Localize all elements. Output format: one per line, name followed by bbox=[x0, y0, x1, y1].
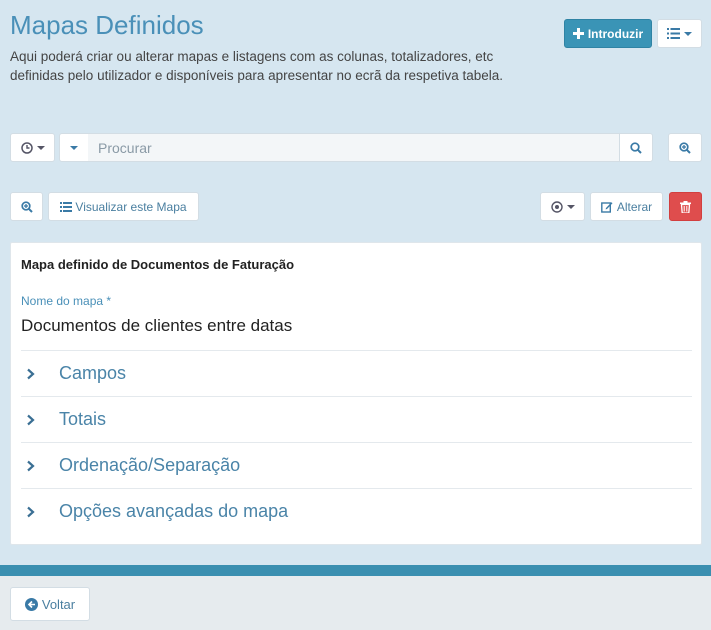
section-campos[interactable]: Campos bbox=[21, 350, 692, 396]
view-map-button[interactable]: Visualizar este Mapa bbox=[48, 192, 199, 221]
section-label: Ordenação/Separação bbox=[59, 455, 241, 475]
section-ordenacao[interactable]: Ordenação/Separação bbox=[21, 442, 692, 488]
section-label: Opções avançadas do mapa bbox=[59, 501, 289, 521]
section-label: Totais bbox=[59, 409, 107, 429]
list-icon bbox=[60, 201, 73, 212]
back-button[interactable]: Voltar bbox=[10, 587, 90, 621]
list-icon bbox=[667, 28, 680, 39]
trash-icon bbox=[680, 200, 691, 213]
search-button[interactable] bbox=[619, 133, 653, 162]
history-dropdown[interactable] bbox=[10, 133, 55, 162]
section-label: Campos bbox=[59, 363, 127, 383]
edit-button[interactable]: Alterar bbox=[590, 192, 663, 221]
chevron-down-icon bbox=[684, 31, 692, 36]
zoom-in-icon bbox=[20, 200, 33, 213]
delete-button[interactable] bbox=[669, 192, 702, 221]
zoom-button[interactable] bbox=[10, 192, 43, 221]
arrow-left-circle-icon bbox=[24, 597, 38, 611]
search-input[interactable] bbox=[88, 133, 620, 162]
section-totais[interactable]: Totais bbox=[21, 396, 692, 442]
options-dropdown[interactable] bbox=[540, 192, 585, 221]
introduce-button[interactable]: Introduzir bbox=[564, 19, 652, 48]
plus-icon bbox=[572, 28, 584, 39]
map-name-label: Nome do mapa * bbox=[21, 294, 112, 308]
chevron-down-icon bbox=[70, 145, 78, 150]
footer-divider bbox=[0, 565, 711, 576]
search-icon bbox=[630, 141, 642, 154]
advanced-search-button[interactable] bbox=[668, 133, 702, 162]
edit-icon bbox=[600, 201, 613, 213]
chevron-right-icon bbox=[27, 460, 35, 471]
list-view-dropdown[interactable] bbox=[657, 19, 702, 48]
panel-title: Mapa definido de Documentos de Faturação bbox=[21, 257, 295, 272]
chevron-right-icon bbox=[27, 414, 35, 425]
footer bbox=[0, 576, 711, 630]
clock-icon bbox=[20, 141, 33, 154]
view-map-label: Visualizar este Mapa bbox=[75, 199, 187, 214]
page-description: Aqui poderá criar ou alterar mapas e lis… bbox=[10, 49, 504, 83]
section-opcoes-avancadas[interactable]: Opções avançadas do mapa bbox=[21, 488, 692, 534]
map-detail-panel: Mapa definido de Documentos de Faturação… bbox=[10, 242, 702, 545]
back-button-label: Voltar bbox=[41, 596, 76, 612]
chevron-right-icon bbox=[27, 368, 35, 379]
target-icon bbox=[550, 200, 563, 213]
edit-button-label: Alterar bbox=[616, 199, 653, 214]
introduce-button-label: Introduzir bbox=[587, 26, 644, 41]
chevron-down-icon bbox=[566, 204, 575, 209]
page-title: Mapas Definidos bbox=[10, 10, 204, 40]
chevron-down-icon bbox=[36, 145, 45, 150]
chevron-right-icon bbox=[27, 506, 35, 517]
map-name-value: Documentos de clientes entre datas bbox=[21, 316, 293, 335]
search-filter-dropdown[interactable] bbox=[59, 133, 89, 162]
zoom-in-icon bbox=[679, 141, 691, 154]
